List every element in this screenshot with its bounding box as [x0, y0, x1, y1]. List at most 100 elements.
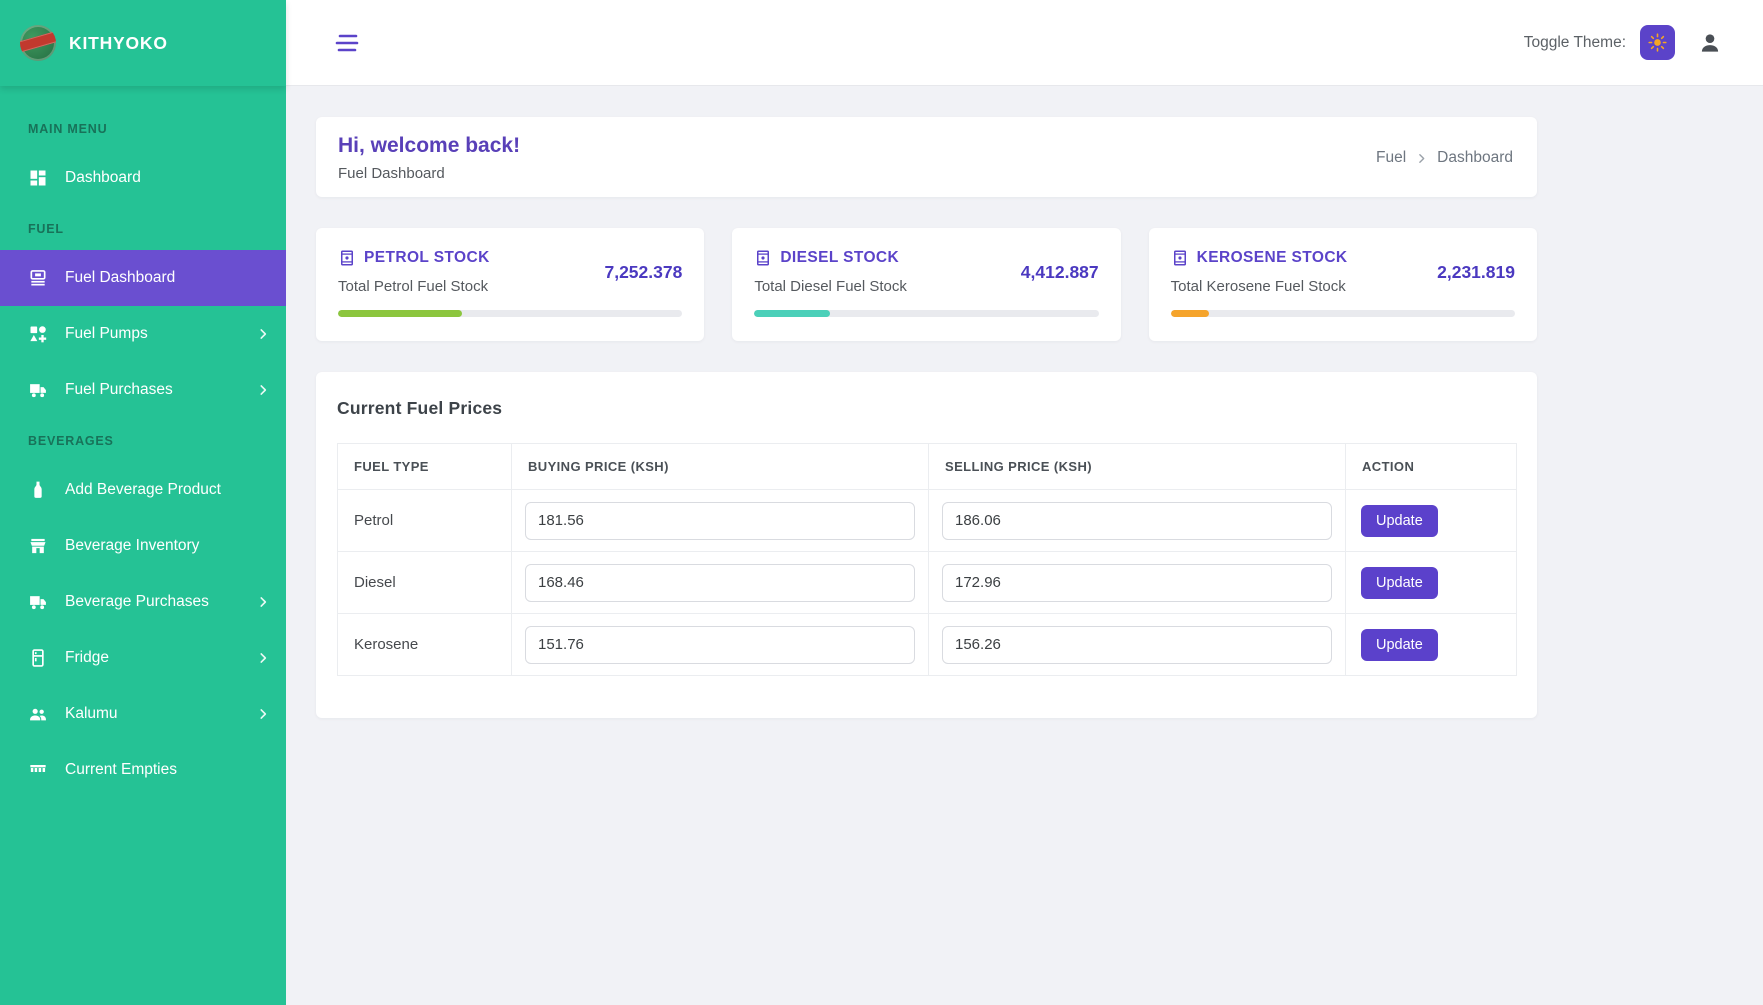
sidebar-item-beverage-purchases[interactable]: Beverage Purchases — [0, 574, 286, 630]
brand-name: KITHYOKO — [69, 33, 168, 54]
diesel-update-button[interactable]: Update — [1361, 567, 1438, 599]
stock-card-title: DIESEL STOCK — [780, 249, 899, 267]
dashboard-grid-icon — [28, 168, 48, 188]
kerosene-buying-price-input[interactable] — [525, 626, 915, 664]
stock-card-title: KEROSENE STOCK — [1197, 249, 1348, 267]
col-header-fuel-type: FUEL TYPE — [338, 444, 512, 490]
table-row-petrol: Petrol Update — [338, 490, 1517, 552]
chevron-right-icon — [256, 651, 270, 665]
stock-card-title: PETROL STOCK — [364, 249, 490, 267]
table-row-kerosene: Kerosene Update — [338, 614, 1517, 676]
petrol-selling-price-input[interactable] — [942, 502, 1332, 540]
sidebar-item-label: Beverage Inventory — [65, 537, 199, 555]
breadcrumb: Fuel Dashboard — [1376, 149, 1513, 167]
truck-icon — [28, 592, 48, 612]
sidebar-item-fridge[interactable]: Fridge — [0, 630, 286, 686]
sidebar-item-label: Add Beverage Product — [65, 481, 221, 499]
kerosene-stock-card: KEROSENE STOCK Total Kerosene Fuel Stock 2… — [1149, 228, 1537, 341]
sidebar-item-label: Fuel Pumps — [65, 325, 148, 343]
sun-icon — [1648, 33, 1667, 52]
stock-value: 4,412.887 — [1021, 262, 1099, 283]
page-title: Hi, welcome back! — [338, 134, 520, 158]
fuel-type-cell: Diesel — [338, 552, 512, 614]
kerosene-selling-price-input[interactable] — [942, 626, 1332, 664]
sidebar-item-fuel-pumps[interactable]: Fuel Pumps — [0, 306, 286, 362]
shapes-icon — [28, 324, 48, 344]
theme-toggle-button[interactable] — [1640, 25, 1675, 60]
page-subtitle: Fuel Dashboard — [338, 165, 520, 182]
fuel-type-cell: Kerosene — [338, 614, 512, 676]
sidebar-item-fuel-dashboard[interactable]: Fuel Dashboard — [0, 250, 286, 306]
panel-title: Current Fuel Prices — [337, 398, 1516, 419]
stock-card-subtitle: Total Kerosene Fuel Stock — [1171, 278, 1348, 295]
fuel-type-cell: Petrol — [338, 490, 512, 552]
logo-ribbon — [20, 29, 56, 53]
hamburger-icon — [332, 30, 362, 56]
sidebar-item-label: Fuel Purchases — [65, 381, 173, 399]
topbar: Toggle Theme: — [286, 0, 1763, 86]
sidebar-item-label: Dashboard — [65, 169, 141, 187]
stock-progress-track — [338, 310, 682, 317]
stock-progress-track — [1171, 310, 1515, 317]
truck-icon — [28, 380, 48, 400]
people-icon — [28, 704, 48, 724]
sidebar-menu: MAIN MENU Dashboard FUEL Fuel Dashboard Fuel… — [0, 86, 286, 798]
fuel-prices-panel: Current Fuel Prices FUEL TYPE BUYING PRI… — [316, 372, 1537, 718]
sidebar-item-label: Current Empties — [65, 761, 177, 779]
petrol-stock-card: PETROL STOCK Total Petrol Fuel Stock 7,252… — [316, 228, 704, 341]
sidebar-item-beverage-inventory[interactable]: Beverage Inventory — [0, 518, 286, 574]
col-header-selling-price: SELLING PRICE (KSH) — [929, 444, 1346, 490]
stock-value: 7,252.378 — [604, 262, 682, 283]
stock-card-subtitle: Total Diesel Fuel Stock — [754, 278, 907, 295]
chevron-right-icon — [256, 595, 270, 609]
sidebar-item-label: Fridge — [65, 649, 109, 667]
col-header-action: ACTION — [1346, 444, 1517, 490]
stock-progress-fill — [754, 310, 830, 317]
petrol-buying-price-input[interactable] — [525, 502, 915, 540]
petrol-update-button[interactable]: Update — [1361, 505, 1438, 537]
sidebar: KITHYOKO MAIN MENU Dashboard FUEL Fuel Dash… — [0, 0, 286, 1005]
brand-logo[interactable] — [20, 25, 56, 61]
sidebar-item-kalumu[interactable]: Kalumu — [0, 686, 286, 742]
stock-card-subtitle: Total Petrol Fuel Stock — [338, 278, 490, 295]
welcome-card: Hi, welcome back! Fuel Dashboard Fuel Da… — [316, 117, 1537, 197]
user-profile-icon[interactable] — [1697, 30, 1723, 56]
kerosene-update-button[interactable]: Update — [1361, 629, 1438, 661]
diesel-stock-card: DIESEL STOCK Total Diesel Fuel Stock 4,412… — [732, 228, 1120, 341]
breadcrumb-item-dashboard: Dashboard — [1437, 149, 1513, 167]
stock-progress-track — [754, 310, 1098, 317]
sidebar-item-label: Fuel Dashboard — [65, 269, 175, 287]
diesel-selling-price-input[interactable] — [942, 564, 1332, 602]
sidebar-item-fuel-purchases[interactable]: Fuel Purchases — [0, 362, 286, 418]
stock-progress-fill — [1171, 310, 1209, 317]
stock-progress-fill — [338, 310, 462, 317]
sidebar-header: KITHYOKO — [0, 0, 286, 86]
chevron-right-icon — [1415, 152, 1428, 165]
barrel-icon — [338, 249, 356, 267]
stock-value: 2,231.819 — [1437, 262, 1515, 283]
diesel-buying-price-input[interactable] — [525, 564, 915, 602]
reader-icon — [28, 268, 48, 288]
main-content: Hi, welcome back! Fuel Dashboard Fuel Da… — [286, 86, 1763, 1005]
section-label-beverages: BEVERAGES — [0, 418, 286, 462]
toggle-theme-label: Toggle Theme: — [1524, 34, 1626, 52]
bottle-icon — [28, 480, 48, 500]
sidebar-item-add-beverage-product[interactable]: Add Beverage Product — [0, 462, 286, 518]
breadcrumb-item-fuel[interactable]: Fuel — [1376, 149, 1406, 167]
chevron-right-icon — [256, 707, 270, 721]
awning-icon — [28, 760, 48, 780]
chevron-right-icon — [256, 327, 270, 341]
section-label-fuel: FUEL — [0, 206, 286, 250]
section-label-main-menu: MAIN MENU — [0, 106, 286, 150]
sidebar-item-label: Kalumu — [65, 705, 118, 723]
fridge-icon — [28, 648, 48, 668]
sidebar-toggle-button[interactable] — [332, 30, 362, 56]
chevron-right-icon — [256, 383, 270, 397]
storefront-icon — [28, 536, 48, 556]
barrel-icon — [1171, 249, 1189, 267]
table-row-diesel: Diesel Update — [338, 552, 1517, 614]
col-header-buying-price: BUYING PRICE (KSH) — [512, 444, 929, 490]
sidebar-item-label: Beverage Purchases — [65, 593, 209, 611]
sidebar-item-dashboard[interactable]: Dashboard — [0, 150, 286, 206]
sidebar-item-current-empties[interactable]: Current Empties — [0, 742, 286, 798]
